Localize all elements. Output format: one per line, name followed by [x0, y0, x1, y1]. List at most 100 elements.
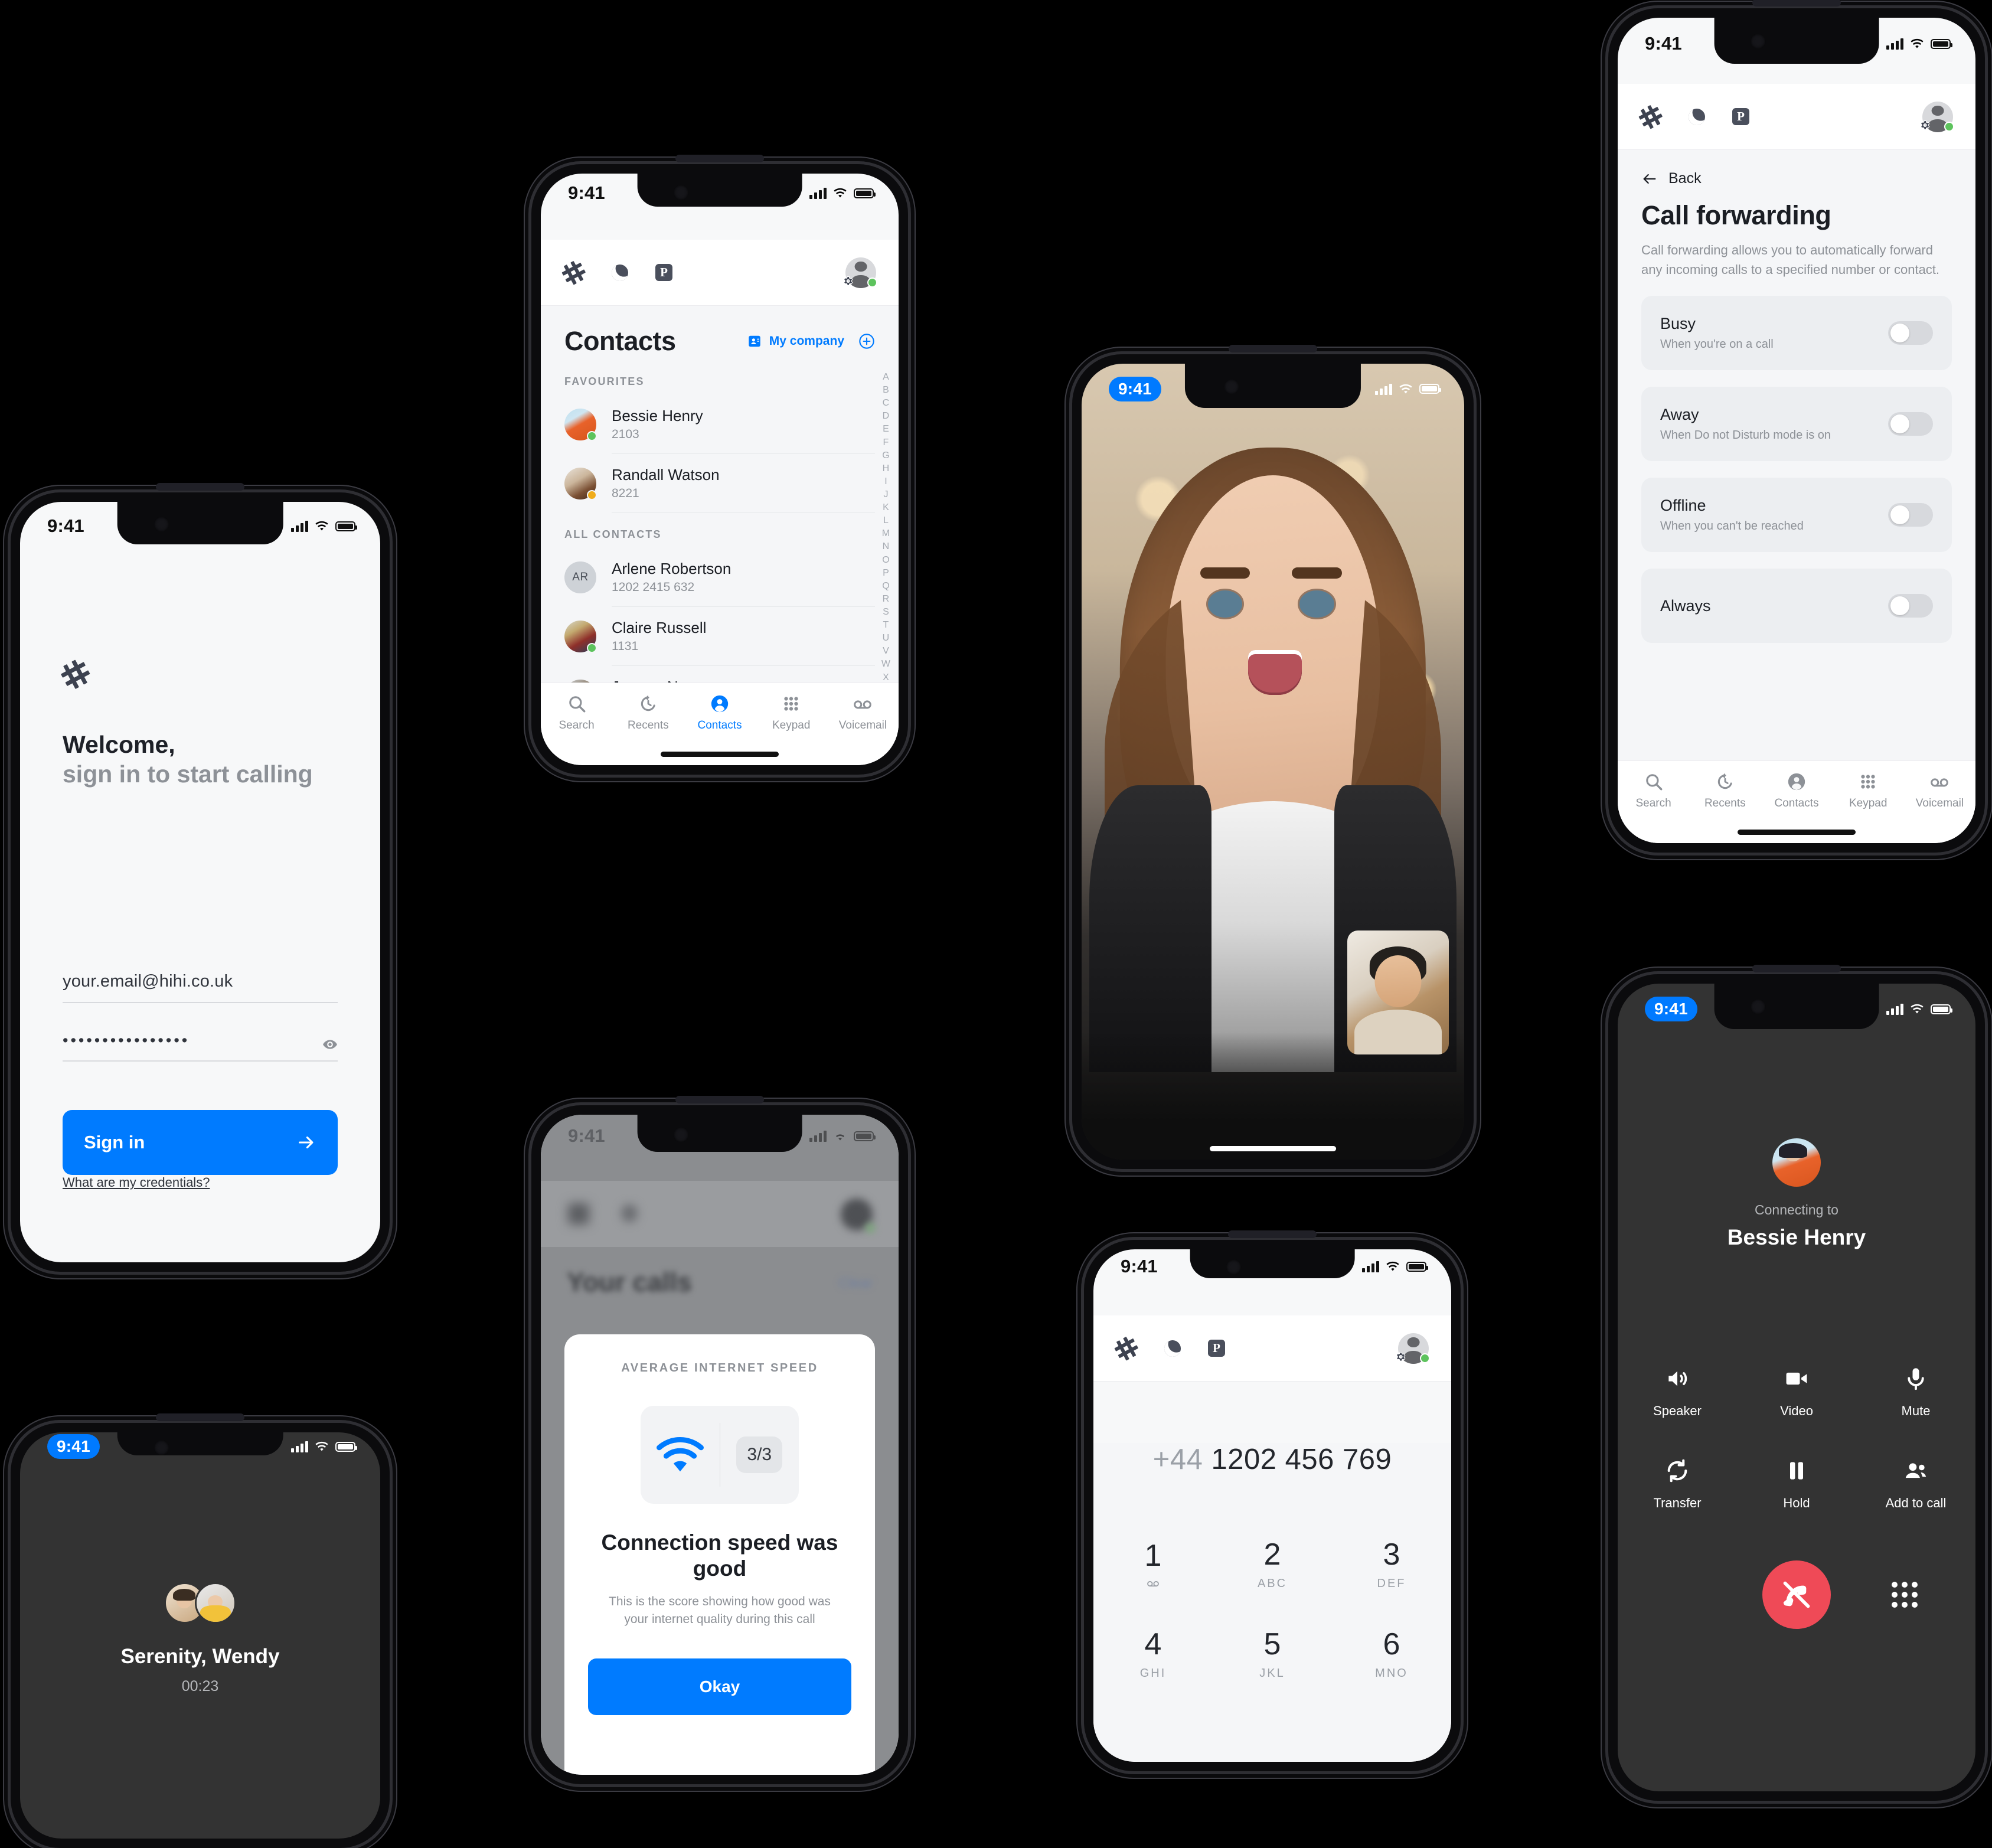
alphabet-index-letter[interactable]: C: [883, 397, 890, 409]
alphabet-index-letter[interactable]: N: [883, 540, 890, 553]
alphabet-index-letter[interactable]: I: [884, 475, 887, 488]
show-password-icon[interactable]: [322, 1037, 338, 1052]
alphabet-index-letter[interactable]: E: [883, 423, 889, 435]
remote-person-eye-left: [1207, 590, 1243, 618]
profile-avatar[interactable]: [843, 257, 877, 288]
signin-button[interactable]: Sign in: [63, 1110, 338, 1175]
avatar: [564, 468, 597, 500]
contact-info: Bessie Henry 2103: [612, 395, 875, 454]
moon-icon[interactable]: [1161, 1337, 1184, 1359]
moon-icon[interactable]: [1686, 106, 1708, 128]
rule-name: Away: [1660, 406, 1699, 423]
alphabet-index-letter[interactable]: V: [883, 645, 889, 657]
list-item[interactable]: Bessie Henry 2103: [541, 395, 899, 454]
tab-search[interactable]: Search: [541, 694, 612, 732]
alphabet-index-letter[interactable]: G: [882, 449, 889, 462]
add-contact-icon[interactable]: [858, 333, 875, 350]
keypad-key-3[interactable]: 3 DEF: [1332, 1520, 1451, 1609]
speaker-button[interactable]: Speaker: [1618, 1366, 1737, 1419]
tab-recents[interactable]: Recents: [1689, 772, 1761, 810]
tab-contacts[interactable]: Contacts: [684, 694, 755, 732]
keypad-key-2[interactable]: 2 ABC: [1213, 1520, 1332, 1609]
keypad-icon: [1861, 775, 1875, 789]
contact-number: 8221: [612, 487, 639, 500]
profile-avatar[interactable]: [1396, 1333, 1430, 1364]
earpiece-speaker: [675, 1096, 764, 1103]
earpiece-speaker: [156, 1413, 244, 1421]
alphabet-index-letter[interactable]: S: [883, 606, 889, 618]
alphabet-index-letter[interactable]: P: [883, 567, 889, 579]
gear-icon: [1396, 1351, 1406, 1361]
tab-voicemail[interactable]: Voicemail: [1904, 772, 1975, 810]
alphabet-index-letter[interactable]: F: [883, 436, 889, 449]
list-item[interactable]: Claire Russell 1131: [541, 607, 899, 666]
tab-label: Search: [1635, 797, 1671, 809]
mute-button[interactable]: Mute: [1856, 1366, 1975, 1419]
tab-contacts[interactable]: Contacts: [1761, 772, 1832, 810]
credentials-help-link[interactable]: What are my credentials?: [63, 1175, 338, 1190]
profile-avatar[interactable]: [1920, 101, 1954, 132]
hihi-logo-icon[interactable]: [560, 258, 589, 287]
transfer-icon: [1667, 1459, 1687, 1483]
alphabet-index-letter[interactable]: K: [883, 501, 889, 514]
parking-icon[interactable]: P: [1732, 108, 1749, 125]
rule-sub: When Do not Disturb mode is on: [1660, 429, 1831, 442]
forwarding-rule-busy[interactable]: Busy When you're on a call: [1641, 296, 1952, 370]
tab-keypad[interactable]: Keypad: [756, 694, 827, 732]
hihi-logo-icon[interactable]: [1637, 102, 1666, 131]
forwarding-rule-away[interactable]: Away When Do not Disturb mode is on: [1641, 387, 1952, 461]
rule-toggle[interactable]: [1888, 321, 1933, 345]
alphabet-index-letter[interactable]: U: [883, 632, 890, 644]
alphabet-index-letter[interactable]: W: [881, 658, 890, 670]
keypad-key-6[interactable]: 6 MNO: [1332, 1609, 1451, 1699]
alphabet-index-letter[interactable]: B: [883, 384, 889, 396]
parking-icon[interactable]: P: [1208, 1340, 1225, 1357]
rule-toggle[interactable]: [1888, 594, 1933, 618]
transfer-button[interactable]: Transfer: [1618, 1458, 1737, 1511]
hihi-logo-icon[interactable]: [1112, 1334, 1141, 1363]
video-button[interactable]: Video: [1737, 1366, 1856, 1419]
list-item[interactable]: Randall Watson 8221: [541, 454, 899, 513]
voicemail-icon: [1931, 778, 1949, 787]
hold-button[interactable]: Hold: [1737, 1458, 1856, 1511]
keypad-key-1[interactable]: 1: [1093, 1520, 1213, 1609]
hangup-button[interactable]: [1762, 1560, 1831, 1629]
my-company-button[interactable]: My company: [747, 334, 844, 349]
forwarding-rule-offline[interactable]: Offline When you can't be reached: [1641, 478, 1952, 552]
list-item[interactable]: AR Arlene Robertson 1202 2415 632: [541, 548, 899, 607]
alphabet-index-letter[interactable]: M: [882, 527, 890, 540]
tab-keypad[interactable]: Keypad: [1833, 772, 1904, 810]
forwarding-rule-always[interactable]: Always: [1641, 569, 1952, 643]
alphabet-index-letter[interactable]: J: [883, 488, 888, 501]
tab-recents[interactable]: Recents: [612, 694, 684, 732]
rule-toggle[interactable]: [1888, 503, 1933, 527]
password-field[interactable]: ••••••••••••••••: [63, 1031, 338, 1062]
key-digit: 6: [1383, 1627, 1400, 1661]
search-icon: [569, 696, 586, 713]
tab-search[interactable]: Search: [1618, 772, 1689, 810]
self-view-pip[interactable]: [1347, 930, 1449, 1054]
alphabet-index-letter[interactable]: L: [883, 514, 889, 527]
keypad-key-5[interactable]: 5 JKL: [1213, 1609, 1332, 1699]
add-to-call-button[interactable]: Add to call: [1856, 1458, 1975, 1511]
alphabet-index-letter[interactable]: R: [883, 593, 890, 605]
keypad-icon[interactable]: [1892, 1582, 1918, 1608]
alphabet-index-letter[interactable]: H: [883, 462, 890, 475]
alphabet-index-letter[interactable]: D: [883, 410, 890, 422]
email-field[interactable]: your.email@hihi.co.uk: [63, 972, 338, 1003]
okay-button[interactable]: Okay: [588, 1658, 851, 1715]
tab-voicemail[interactable]: Voicemail: [827, 694, 899, 732]
rule-toggle[interactable]: [1888, 412, 1933, 436]
alphabet-index-letter[interactable]: A: [883, 371, 889, 383]
alphabet-index-letter[interactable]: T: [883, 619, 889, 631]
parking-icon[interactable]: P: [655, 264, 672, 281]
back-button[interactable]: Back: [1618, 150, 1975, 187]
alphabet-index-letter[interactable]: Q: [882, 580, 889, 592]
alphabet-index-letter[interactable]: X: [883, 671, 889, 684]
alphabet-index-letter[interactable]: O: [882, 554, 889, 566]
alphabet-index[interactable]: ABCDEFGHIJKLMNOPQRSTUVWXYZ: [881, 371, 890, 710]
keypad-key-4[interactable]: 4 GHI: [1093, 1609, 1213, 1699]
presence-dot: [587, 431, 597, 441]
moon-icon[interactable]: [609, 262, 631, 283]
screen-in-call: 9:41 Connecting to Bessie Henry Speaker …: [1618, 984, 1975, 1791]
